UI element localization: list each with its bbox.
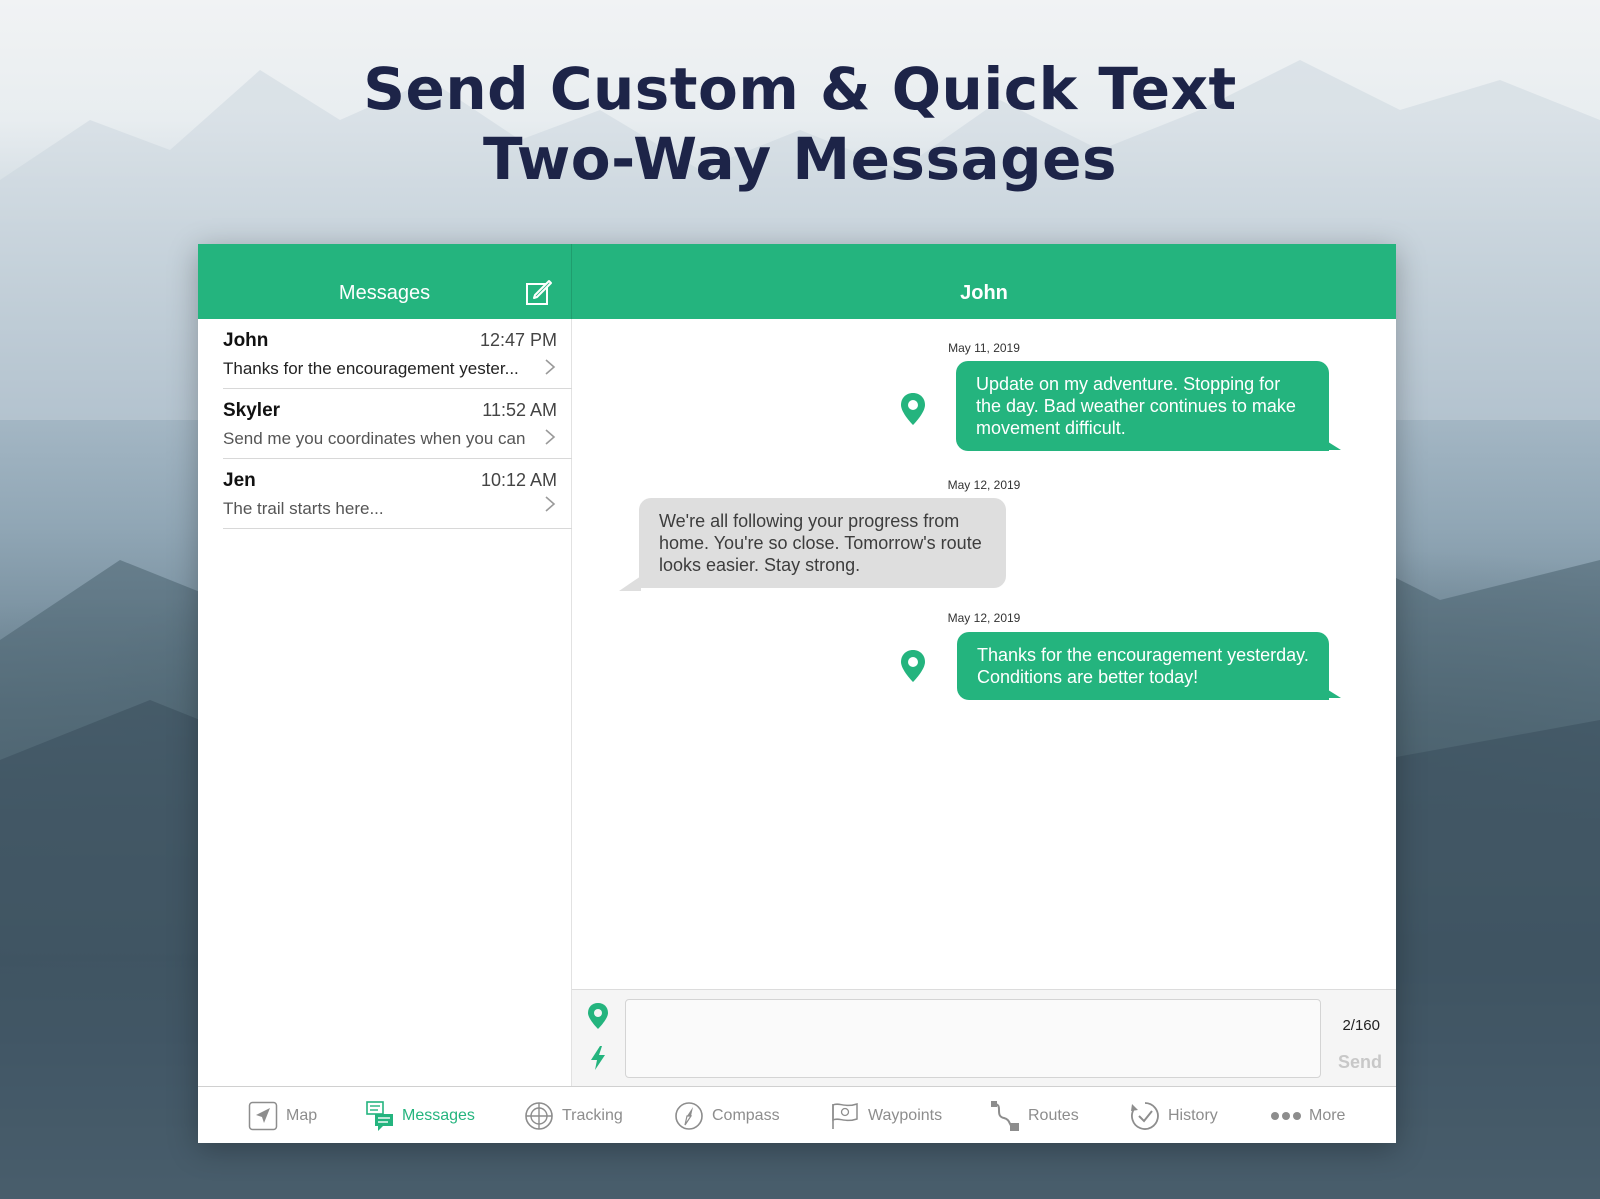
messages-title: Messages: [338, 282, 431, 304]
tab-label: Map: [286, 1106, 318, 1124]
bubble-tail: [619, 576, 641, 591]
conversation-name: John: [223, 330, 269, 351]
bubble-tail: [1317, 683, 1341, 698]
message-composer: 2/160 Send: [572, 989, 1396, 1086]
compose-icon[interactable]: [525, 278, 553, 306]
tab-history[interactable]: History: [1130, 1087, 1218, 1144]
conversation-name: Skyler: [223, 400, 281, 421]
location-pin-icon[interactable]: [900, 392, 926, 426]
conversation-preview: Thanks for the encouragement yester...: [223, 359, 519, 378]
bubble-tail: [1317, 435, 1341, 450]
chevron-right-icon: [545, 359, 556, 375]
message-date: May 12, 2019: [947, 478, 1021, 492]
incoming-message-bubble[interactable]: We're all following your progress from h…: [639, 498, 1006, 588]
message-text: Thanks for the encouragement yesterday. …: [977, 645, 1309, 687]
conversation-row-skyler[interactable]: Skyler 11:52 AM Send me you coordinates …: [223, 389, 572, 459]
conversation-preview: The trail starts here...: [223, 499, 384, 518]
chat-header: John: [572, 244, 1396, 319]
conversation-preview: Send me you coordinates when you can: [223, 429, 526, 448]
conversation-row-jen[interactable]: Jen 10:12 AM The trail starts here...: [223, 459, 572, 529]
tab-routes[interactable]: Routes: [990, 1087, 1079, 1144]
messages-header: Messages: [198, 244, 572, 319]
tab-messages[interactable]: Messages: [366, 1087, 475, 1144]
message-date: May 11, 2019: [948, 341, 1020, 355]
outgoing-message-bubble[interactable]: Thanks for the encouragement yesterday. …: [957, 632, 1329, 700]
tab-waypoints[interactable]: Waypoints: [830, 1087, 942, 1144]
message-date: May 12, 2019: [947, 611, 1021, 625]
headline-line-2: Two-Way Messages: [483, 125, 1117, 193]
conversation-time: 10:12 AM: [480, 470, 557, 490]
crosshair-circle-icon: [525, 1101, 553, 1130]
tab-label: Tracking: [562, 1106, 623, 1124]
message-input[interactable]: [625, 999, 1321, 1078]
tab-label: Messages: [402, 1106, 475, 1124]
chat-bubbles-icon: [366, 1100, 393, 1131]
conversation-row-john[interactable]: John 12:47 PM Thanks for the encourageme…: [223, 319, 572, 389]
tab-label: More: [1309, 1106, 1346, 1124]
location-pin-icon[interactable]: [900, 649, 926, 683]
message-text: Update on my adventure. Stopping for the…: [976, 374, 1296, 438]
headline: Send Custom & Quick Text Two-Way Message…: [0, 54, 1600, 194]
tab-label: History: [1168, 1106, 1218, 1124]
tab-label: Waypoints: [868, 1106, 943, 1124]
chevron-right-icon: [545, 429, 556, 445]
tab-label: Compass: [712, 1106, 780, 1124]
history-clock-icon: [1131, 1101, 1159, 1130]
more-dots-icon: [1271, 1111, 1301, 1120]
conversation-name: Jen: [223, 470, 256, 491]
chat-title: John: [960, 282, 1008, 304]
compass-icon: [675, 1101, 703, 1130]
tab-map[interactable]: Map: [248, 1087, 317, 1144]
location-pin-icon[interactable]: [587, 1002, 609, 1030]
tab-compass[interactable]: Compass: [674, 1087, 780, 1144]
tab-bar: Map Messages Tracking Compass Waypoints …: [198, 1086, 1396, 1143]
character-counter: 2/160: [1342, 1017, 1380, 1034]
navigation-arrow-icon: [248, 1101, 278, 1130]
route-path-icon: [991, 1100, 1019, 1131]
conversation-time: 11:52 AM: [482, 400, 557, 420]
lightning-bolt-icon[interactable]: [589, 1045, 607, 1071]
chat-thread: May 11, 2019 Update on my adventure. Sto…: [572, 319, 1396, 989]
send-button[interactable]: Send: [1338, 1052, 1382, 1073]
tab-more[interactable]: More: [1271, 1087, 1345, 1144]
outgoing-message-bubble[interactable]: Update on my adventure. Stopping for the…: [956, 361, 1329, 451]
message-text: We're all following your progress from h…: [659, 511, 982, 575]
tab-tracking[interactable]: Tracking: [524, 1087, 623, 1144]
waypoint-flag-icon: [832, 1102, 858, 1129]
tab-label: Routes: [1028, 1106, 1079, 1124]
chevron-right-icon: [545, 496, 556, 512]
app-window: Messages John John 12:47 PM Thanks for t…: [198, 244, 1396, 1143]
headline-line-1: Send Custom & Quick Text: [363, 55, 1237, 123]
conversation-time: 12:47 PM: [479, 330, 557, 350]
conversation-list: John 12:47 PM Thanks for the encourageme…: [198, 319, 572, 1086]
